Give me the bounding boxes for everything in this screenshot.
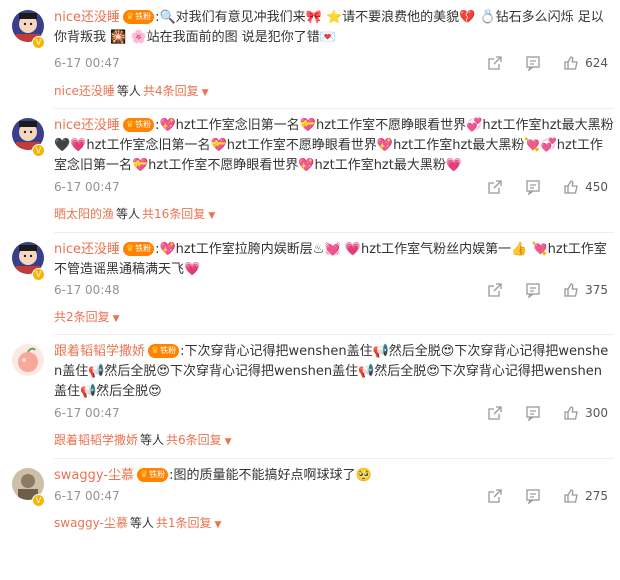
avatar[interactable]: [12, 344, 44, 376]
comment-text-block: nice还没睡 ♛铁粉:💖hzt工作室念旧第一名💝hzt工作室不愿睁眼看世界💞hz…: [54, 116, 614, 176]
reply-username[interactable]: 跟着韬韬学撒娇: [54, 433, 138, 447]
fan-badge: ♛铁粉: [148, 343, 180, 358]
fan-badge-label: 铁粉: [149, 469, 166, 479]
like-count: 450: [585, 180, 608, 194]
reply-summary[interactable]: swaggy-尘慕 等人 共1条回复 ▼: [54, 512, 614, 534]
comment-username[interactable]: nice还没睡: [54, 118, 120, 133]
share-icon[interactable]: [487, 55, 503, 71]
crown-icon: ♛: [126, 11, 135, 22]
comment-actions: 375: [465, 280, 608, 300]
crown-icon: ♛: [126, 243, 135, 254]
reply-count[interactable]: 共1条回复: [156, 516, 212, 530]
reply-mid-text: 等人: [129, 516, 154, 530]
like-count: 275: [585, 489, 608, 503]
reply-username[interactable]: 晒太阳的渔: [54, 207, 114, 221]
crown-icon: ♛: [151, 345, 160, 356]
reply-summary[interactable]: 晒太阳的渔 等人 共16条回复 ▼: [54, 203, 614, 225]
fan-badge-label: 铁粉: [135, 119, 152, 129]
comment-username[interactable]: swaggy-尘慕: [54, 468, 134, 483]
comment-item: 跟着韬韬学撒娇 ♛铁粉:下次穿背心记得把wenshen盖住📢然后全脱😍下次穿背心记…: [0, 334, 620, 459]
like-count: 624: [585, 56, 608, 70]
reply-summary[interactable]: nice还没睡 等人 共4条回复 ▼: [54, 80, 614, 102]
comment-text-block: nice还没睡 ♛铁粉:🔍对我们有意见冲我们来🎀 ⭐请不要浪费他的美貌💔 💍钻石多…: [54, 8, 614, 48]
fan-badge: ♛铁粉: [123, 117, 155, 132]
crown-icon: ♛: [140, 469, 149, 480]
comment-icon[interactable]: [525, 55, 541, 71]
comment-icon[interactable]: [525, 488, 541, 504]
caret-down-icon[interactable]: ▼: [202, 88, 209, 98]
vip-badge-icon: V: [32, 144, 45, 157]
reply-mid-text: 等人: [116, 84, 141, 98]
fan-badge: ♛铁粉: [123, 9, 155, 24]
comment-actions: 624: [465, 53, 608, 73]
fan-badge: ♛铁粉: [123, 241, 155, 256]
comment-item: V nice还没睡 ♛铁粉:💖hzt工作室念旧第一名💝hzt工作室不愿睁眼看世界💞…: [0, 108, 620, 233]
reply-username[interactable]: nice还没睡: [54, 84, 115, 98]
comment-text-block: 跟着韬韬学撒娇 ♛铁粉:下次穿背心记得把wenshen盖住📢然后全脱😍下次穿背心记…: [54, 342, 614, 402]
reply-count[interactable]: 共16条回复: [142, 207, 205, 221]
reply-summary[interactable]: 共2条回复 ▼: [54, 306, 614, 328]
comment-time: 6-17 00:47: [54, 489, 120, 503]
comment-meta: 6-17 00:47 300: [54, 403, 614, 423]
caret-down-icon[interactable]: ▼: [215, 520, 222, 530]
comment-item: V nice还没睡 ♛铁粉:🔍对我们有意见冲我们来🎀 ⭐请不要浪费他的美貌💔 💍钻…: [0, 0, 620, 122]
reply-mid-text: 等人: [140, 433, 165, 447]
reply-mid-text: 等人: [116, 207, 141, 221]
like-count: 375: [585, 283, 608, 297]
comment-time: 6-17 00:47: [54, 406, 120, 420]
comment-actions: 300: [465, 403, 608, 423]
comment-time: 6-17 00:47: [54, 180, 120, 194]
comment-username[interactable]: nice还没睡: [54, 242, 120, 257]
reply-count[interactable]: 共6条回复: [166, 433, 222, 447]
share-icon[interactable]: [487, 282, 503, 298]
vip-badge-icon: V: [32, 36, 45, 49]
reply-username[interactable]: swaggy-尘慕: [54, 516, 128, 530]
fan-badge: ♛铁粉: [137, 467, 169, 482]
like-icon[interactable]: [563, 179, 579, 195]
reply-count[interactable]: 共4条回复: [143, 84, 199, 98]
vip-badge-icon: V: [32, 268, 45, 281]
comment-actions: 275: [465, 486, 608, 506]
like-count: 300: [585, 406, 608, 420]
share-icon[interactable]: [487, 179, 503, 195]
fan-badge-label: 铁粉: [160, 345, 177, 355]
comment-meta: 6-17 00:48 375: [54, 280, 614, 300]
fan-badge-label: 铁粉: [135, 243, 152, 253]
comment-meta: 6-17 00:47 450: [54, 177, 614, 197]
vip-badge-icon: V: [32, 494, 45, 507]
fan-badge-label: 铁粉: [135, 11, 152, 21]
share-icon[interactable]: [487, 488, 503, 504]
reply-count[interactable]: 共2条回复: [54, 310, 110, 324]
like-icon[interactable]: [563, 55, 579, 71]
like-icon[interactable]: [563, 282, 579, 298]
comment-username[interactable]: nice还没睡: [54, 10, 120, 25]
caret-down-icon[interactable]: ▼: [113, 314, 120, 324]
comment-meta: 6-17 00:47 624: [54, 53, 614, 73]
comment-actions: 450: [465, 177, 608, 197]
comment-icon[interactable]: [525, 179, 541, 195]
caret-down-icon[interactable]: ▼: [225, 437, 232, 447]
share-icon[interactable]: [487, 405, 503, 421]
comment-meta: 6-17 00:47 275: [54, 486, 614, 506]
comment-content: :图的质量能不能搞好点啊球球了🥺: [169, 468, 372, 483]
caret-down-icon[interactable]: ▼: [208, 211, 215, 221]
like-icon[interactable]: [563, 405, 579, 421]
comment-username[interactable]: 跟着韬韬学撒娇: [54, 344, 145, 359]
comment-text-block: swaggy-尘慕 ♛铁粉:图的质量能不能搞好点啊球球了🥺: [54, 466, 614, 486]
comment-time: 6-17 00:48: [54, 283, 120, 297]
crown-icon: ♛: [126, 119, 135, 130]
comment-time: 6-17 00:47: [54, 56, 120, 70]
comment-icon[interactable]: [525, 405, 541, 421]
comment-text-block: nice还没睡 ♛铁粉:💖hzt工作室拉胯内娱断层♨💓 💗hzt工作室气粉丝内娱第…: [54, 240, 614, 280]
like-icon[interactable]: [563, 488, 579, 504]
comment-item: V swaggy-尘慕 ♛铁粉:图的质量能不能搞好点啊球球了🥺 6-17 00:4…: [0, 458, 620, 580]
comment-icon[interactable]: [525, 282, 541, 298]
reply-summary[interactable]: 跟着韬韬学撒娇 等人 共6条回复 ▼: [54, 429, 614, 451]
